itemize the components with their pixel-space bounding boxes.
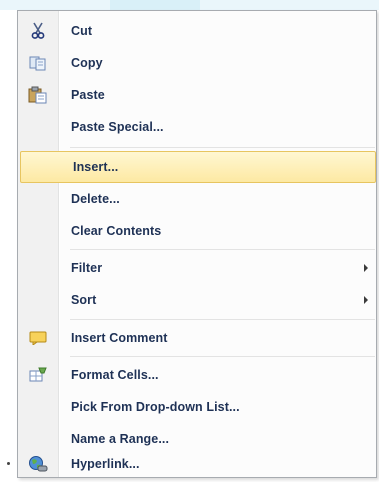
menu-item-cut[interactable]: Cut: [19, 15, 376, 47]
menu-item-paste-special[interactable]: Paste Special...: [19, 111, 376, 143]
scissors-icon: [19, 15, 57, 47]
background-tint: [110, 0, 200, 10]
menu-item-hyperlink[interactable]: Hyperlink...: [19, 448, 376, 480]
hyperlink-globe-icon: [19, 448, 57, 480]
paste-icon: [19, 79, 57, 111]
menu-item-sort[interactable]: Sort: [19, 284, 376, 316]
bullet-mark: [7, 462, 10, 465]
copy-icon: [19, 47, 57, 79]
menu-item-label: Hyperlink...: [71, 457, 140, 471]
menu-item-insert[interactable]: Insert...: [20, 151, 376, 183]
menu-item-label: Delete...: [71, 192, 120, 206]
menu-item-label: Copy: [71, 56, 103, 70]
menu-item-insert-comment[interactable]: Insert Comment: [19, 322, 376, 354]
menu-item-filter[interactable]: Filter: [19, 252, 376, 284]
menu-item-label: Filter: [71, 261, 103, 275]
menu-item-label: Clear Contents: [71, 224, 162, 238]
menu-item-format-cells[interactable]: Format Cells...: [19, 359, 376, 391]
submenu-arrow-icon: [364, 264, 368, 272]
menu-item-label: Paste: [71, 88, 105, 102]
menu-separator: [70, 319, 375, 320]
menu-separator: [70, 147, 375, 148]
format-cells-icon: [19, 359, 57, 391]
menu-item-label: Insert...: [73, 160, 119, 174]
menu-item-delete[interactable]: Delete...: [19, 183, 376, 215]
menu-item-copy[interactable]: Copy: [19, 47, 376, 79]
menu-separator: [70, 356, 375, 357]
menu-item-clear-contents[interactable]: Clear Contents: [19, 215, 376, 247]
menu-item-pick-from-list[interactable]: Pick From Drop-down List...: [19, 391, 376, 423]
menu-item-label: Format Cells...: [71, 368, 159, 382]
menu-item-label: Cut: [71, 24, 93, 38]
context-menu: Cut Copy Paste Paste Special... Insert..…: [17, 10, 377, 478]
menu-item-label: Paste Special...: [71, 120, 164, 134]
menu-item-label: Insert Comment: [71, 331, 168, 345]
menu-item-label: Sort: [71, 293, 97, 307]
comment-icon: [19, 322, 57, 354]
menu-item-label: Pick From Drop-down List...: [71, 400, 240, 414]
menu-item-paste[interactable]: Paste: [19, 79, 376, 111]
menu-separator: [70, 249, 375, 250]
background-strip: [0, 0, 379, 10]
menu-item-label: Name a Range...: [71, 432, 170, 446]
submenu-arrow-icon: [364, 296, 368, 304]
